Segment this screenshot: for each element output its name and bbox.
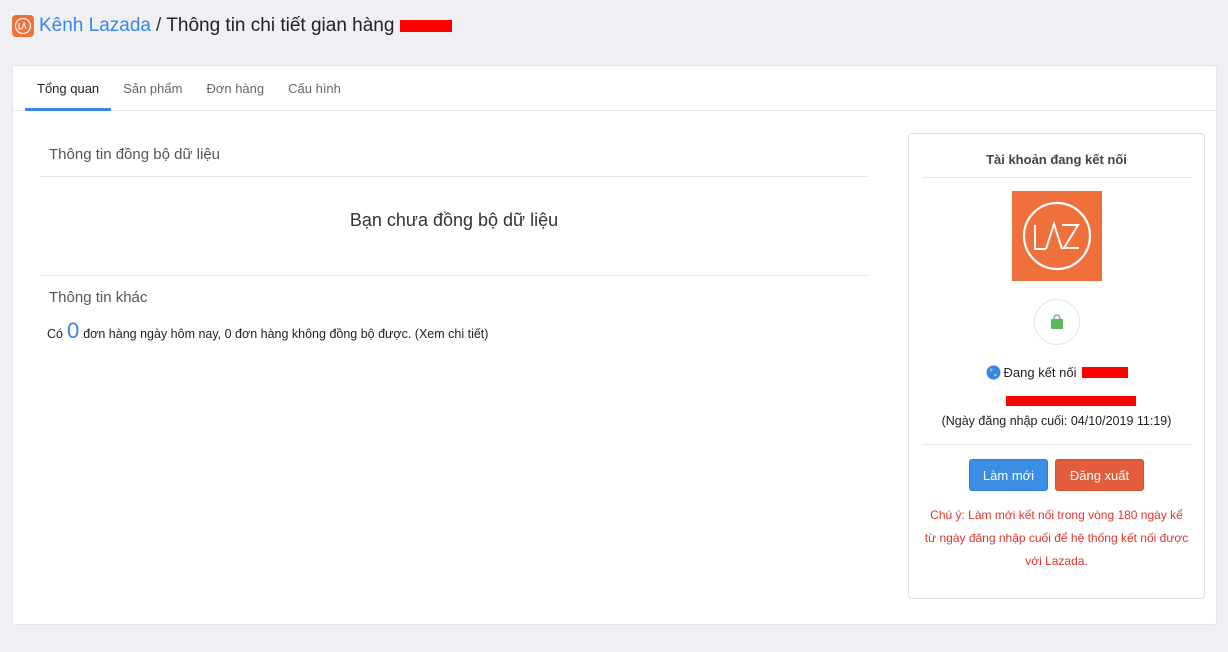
redacted-shop-name — [400, 20, 453, 32]
breadcrumb-lazada-link[interactable]: Kênh Lazada — [39, 15, 151, 37]
connected-label: Đang kết nối — [1003, 365, 1077, 380]
lazada-logo-icon — [12, 15, 34, 37]
overview-content: Thông tin đồng bộ dữ liệu Bạn chưa đồng … — [40, 146, 868, 344]
redacted-account-detail — [1006, 396, 1136, 406]
last-login-text: (Ngày đăng nhập cuối: 04/10/2019 11:19) — [941, 414, 1172, 428]
refresh-button[interactable]: Làm mới — [969, 459, 1048, 491]
tab-orders[interactable]: Đơn hàng — [194, 66, 276, 110]
connected-account-panel: Tài khoản đang kết nối Đang kết nối (Ngà… — [908, 133, 1205, 599]
page-title: Thông tin chi tiết gian hàng — [166, 15, 395, 36]
globe-icon — [986, 365, 1001, 380]
logout-button[interactable]: Đăng xuất — [1055, 459, 1144, 491]
other-section-title: Thông tin khác — [49, 289, 148, 306]
redacted-account-name — [1081, 367, 1128, 378]
tab-overview[interactable]: Tổng quan — [25, 66, 112, 111]
main-card: Tổng quan Sản phẩm Đơn hàng Cấu hình Thô… — [12, 65, 1217, 625]
tab-bar: Tổng quan Sản phẩm Đơn hàng Cấu hình — [13, 66, 1216, 111]
sync-message: Bạn chưa đồng bộ dữ liệu — [349, 210, 559, 230]
orders-info-line: Có 0 đơn hàng ngày hôm nay, 0 đơn hàng k… — [40, 318, 868, 344]
refresh-note: Chú ý: Làm mới kết nối trong vòng 180 ng… — [924, 508, 1189, 568]
panel-title: Tài khoản đang kết nối — [986, 152, 1127, 167]
divider — [922, 444, 1191, 445]
tab-products[interactable]: Sản phẩm — [111, 66, 194, 110]
connection-status: Đang kết nối — [909, 365, 1204, 380]
orders-info-text: đơn hàng ngày hôm nay, 0 đơn hàng không … — [83, 327, 489, 341]
page-header: Kênh Lazada / Thông tin chi tiết gian hà… — [12, 14, 453, 38]
orders-today-count: 0 — [66, 318, 80, 343]
orders-prefix: Có — [47, 327, 63, 341]
breadcrumb-separator: / — [156, 15, 162, 36]
shop-bag-icon — [1034, 299, 1080, 345]
sync-section-title: Thông tin đồng bộ dữ liệu — [49, 146, 220, 163]
divider — [922, 177, 1191, 178]
account-actions: Làm mới Đăng xuất — [909, 459, 1204, 491]
lazada-logo — [1012, 191, 1102, 281]
tab-settings[interactable]: Cấu hình — [276, 66, 353, 110]
